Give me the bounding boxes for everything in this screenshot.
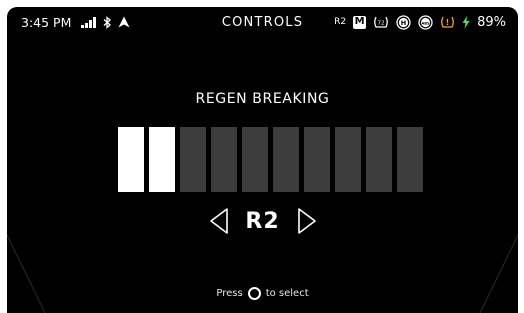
- level-segment: [242, 127, 268, 192]
- svg-text:!: !: [446, 18, 450, 27]
- status-right: R2 M 72 H ABS ! 89%: [334, 12, 506, 32]
- circle-button-icon: [247, 287, 261, 300]
- display-screen: 3:45 PM CONTROLS R2 M 72 H ABS ! 89% REG…: [7, 7, 518, 313]
- charging-icon: [462, 15, 470, 29]
- regen-selector: R2: [7, 207, 518, 235]
- hold-icon: H: [396, 14, 411, 30]
- svg-text:72: 72: [378, 21, 385, 27]
- battery-percent: 89%: [477, 14, 506, 30]
- level-segment: [273, 127, 299, 192]
- level-segment: [304, 127, 330, 192]
- level-segment-active: [149, 127, 175, 192]
- svg-text:H: H: [401, 19, 406, 27]
- level-segment: [180, 127, 206, 192]
- level-segment: [397, 127, 423, 192]
- regen-indicator: R2: [334, 17, 347, 27]
- page-title: CONTROLS: [221, 14, 304, 30]
- svg-text:ABS: ABS: [422, 21, 431, 25]
- warning-icon: !: [441, 16, 454, 28]
- screen-heading: REGEN BREAKING: [195, 91, 330, 107]
- left-arrow-icon[interactable]: [208, 207, 230, 235]
- select-hint: Press to select: [7, 287, 518, 300]
- regen-level-bar: [118, 127, 423, 192]
- hint-text-after: to select: [265, 288, 309, 299]
- hint-text-before: Press: [216, 288, 243, 299]
- selected-regen-value: R2: [245, 208, 280, 234]
- right-arrow-icon[interactable]: [296, 207, 318, 235]
- level-segment: [366, 127, 392, 192]
- abs-icon: ABS: [418, 14, 433, 30]
- mode-badge: M: [353, 15, 367, 29]
- level-segment: [335, 127, 361, 192]
- tire-pressure-icon: 72: [374, 16, 388, 28]
- level-segment: [211, 127, 237, 192]
- level-segment-active: [118, 127, 144, 192]
